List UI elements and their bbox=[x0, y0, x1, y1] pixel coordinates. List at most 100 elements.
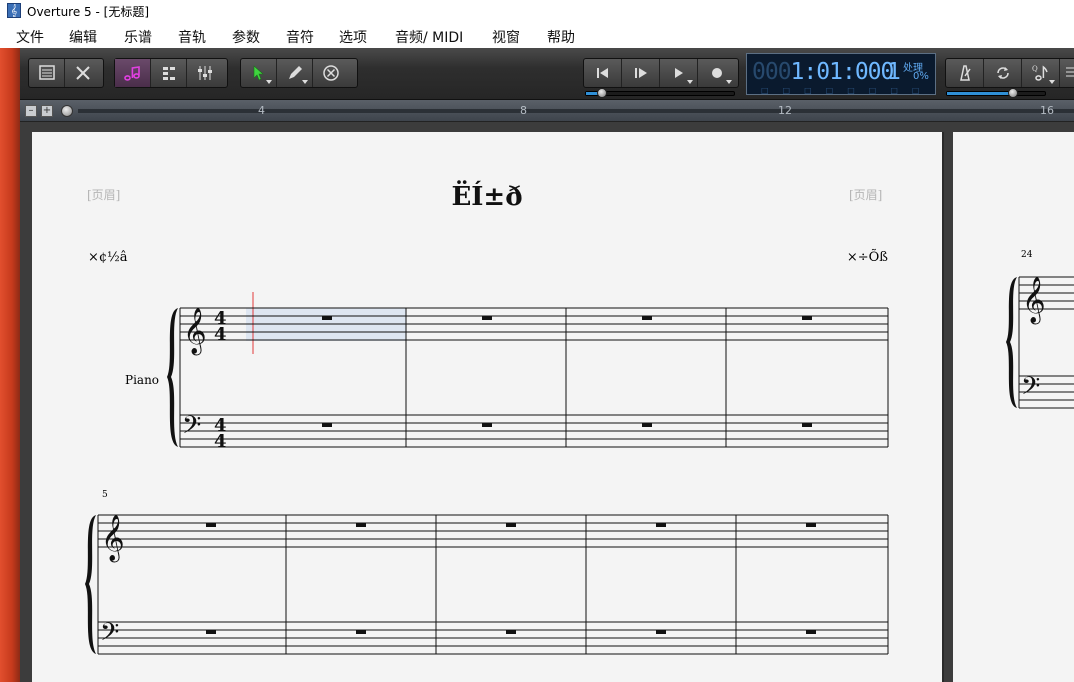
right-tools-group: Q bbox=[945, 58, 1074, 88]
overture-app-icon: 𝄞 bbox=[7, 3, 21, 18]
window-title: Overture 5 - [无标题] bbox=[27, 5, 149, 19]
whole-rests-2 bbox=[206, 523, 816, 634]
grand-staff-brace-2 bbox=[85, 515, 96, 654]
loop-button[interactable] bbox=[984, 59, 1022, 87]
ruler-mark: 16 bbox=[1040, 104, 1054, 117]
select-tool-button[interactable] bbox=[241, 59, 277, 87]
edit-view-group bbox=[114, 58, 228, 88]
score-page-2[interactable]: 24 𝄞 𝄢 bbox=[953, 132, 1074, 682]
overture-window: 𝄞 Overture 5 - [无标题] 文件 编辑 乐谱 音轨 参数 音符 选… bbox=[0, 0, 1074, 682]
score-view-button[interactable] bbox=[29, 59, 65, 87]
pencil-tool-button[interactable] bbox=[277, 59, 313, 87]
record-button[interactable] bbox=[698, 59, 736, 87]
note-entry-button[interactable] bbox=[115, 59, 151, 87]
quantize-note-icon: Q bbox=[1032, 65, 1048, 81]
chevron-down-icon bbox=[687, 80, 693, 84]
ruler-mark: 12 bbox=[778, 104, 792, 117]
menu-file[interactable]: 文件 bbox=[16, 27, 44, 47]
bass-clef-icon: 𝄢 bbox=[1021, 372, 1040, 407]
whole-rest bbox=[356, 630, 366, 634]
menu-edit[interactable]: 编辑 bbox=[69, 27, 97, 47]
score-view-icon bbox=[38, 65, 55, 80]
edit-tools-group bbox=[240, 58, 358, 88]
chevron-down-icon bbox=[1049, 80, 1055, 84]
measure-ruler[interactable]: – + 4 8 12 16 bbox=[20, 100, 1074, 122]
whole-rest bbox=[642, 423, 652, 427]
ruler-mark: 8 bbox=[520, 104, 527, 117]
whole-rest bbox=[506, 523, 516, 527]
play-from-start-button[interactable] bbox=[622, 59, 660, 87]
menu-bar: 文件 编辑 乐谱 音轨 参数 音符 选项 音频/ MIDI 视窗 帮助 bbox=[0, 24, 1074, 48]
mixer-icon bbox=[198, 66, 212, 80]
grand-staff-brace-1 bbox=[167, 308, 178, 447]
bass-clef-icon: 𝄢 bbox=[100, 618, 119, 653]
position-bar: 1 bbox=[790, 59, 805, 85]
chevron-down-icon bbox=[726, 80, 732, 84]
metronome-button[interactable] bbox=[946, 59, 984, 87]
bass-staff-2 bbox=[98, 621, 888, 655]
score-page-1[interactable]: [页眉] [页眉] ËÍ±ð ×¢½â ×÷Õß Piano 5 𝄞 𝄢 4 4… bbox=[32, 132, 942, 682]
whole-rest bbox=[802, 316, 812, 320]
processing-value: 0% bbox=[913, 71, 929, 82]
whole-rest bbox=[356, 523, 366, 527]
zoom-out-button[interactable]: – bbox=[25, 105, 37, 117]
more-tools-button[interactable] bbox=[1060, 59, 1074, 87]
menu-parameters[interactable]: 参数 bbox=[232, 27, 260, 47]
play-from-start-icon bbox=[634, 68, 647, 78]
view-mode-group bbox=[28, 58, 104, 88]
score-area: [页眉] [页眉] ËÍ±ð ×¢½â ×÷Õß Piano 5 𝄞 𝄢 4 4… bbox=[20, 122, 1074, 682]
menu-window[interactable]: 视窗 bbox=[492, 27, 520, 47]
menu-notes[interactable]: 音符 bbox=[286, 27, 314, 47]
whole-rest bbox=[206, 630, 216, 634]
quantize-button[interactable]: Q bbox=[1022, 59, 1060, 87]
whole-rest bbox=[322, 316, 332, 320]
title-bar: 𝄞 Overture 5 - [无标题] bbox=[0, 0, 1074, 22]
main-toolbar: 0001:01:000 1 处理 0% □□□□□□□□ Q bbox=[20, 48, 1074, 100]
transport-group bbox=[583, 58, 739, 88]
playback-slider-knob[interactable] bbox=[597, 88, 607, 98]
tempo-slider-knob[interactable] bbox=[1008, 88, 1018, 98]
left-accent-strip bbox=[0, 48, 20, 682]
menu-help[interactable]: 帮助 bbox=[547, 27, 575, 47]
whole-rest bbox=[656, 523, 666, 527]
whole-rest bbox=[482, 316, 492, 320]
ruler-scroll-knob[interactable] bbox=[61, 105, 73, 117]
position-sub-labels: □□□□□□□□ bbox=[761, 86, 934, 95]
time-signature-bottom: 4 bbox=[214, 431, 227, 452]
piano-roll-button[interactable] bbox=[151, 59, 187, 87]
eraser-tool-button[interactable] bbox=[313, 59, 349, 87]
tempo-slider[interactable] bbox=[946, 88, 1046, 98]
playback-position-slider[interactable] bbox=[585, 88, 735, 98]
menu-audio-midi[interactable]: 音频/ MIDI bbox=[395, 27, 463, 47]
svg-text:Q: Q bbox=[1032, 65, 1038, 73]
tempo-slider-fill bbox=[947, 92, 1011, 95]
ruler-mark: 4 bbox=[258, 104, 265, 117]
chevron-down-icon bbox=[266, 80, 272, 84]
position-display[interactable]: 0001:01:000 1 处理 0% □□□□□□□□ bbox=[746, 53, 936, 95]
time-signature-bottom: 4 bbox=[214, 324, 227, 345]
whole-rest bbox=[206, 523, 216, 527]
whole-rest bbox=[802, 423, 812, 427]
play-button[interactable] bbox=[660, 59, 698, 87]
whole-rest bbox=[322, 423, 332, 427]
menu-track[interactable]: 音轨 bbox=[178, 27, 206, 47]
treble-clef-icon: 𝄞 bbox=[1022, 277, 1046, 325]
score-notation[interactable]: 𝄞 𝄢 4 4 4 4 𝄞 𝄢 bbox=[32, 132, 942, 682]
ruler-track bbox=[78, 109, 1074, 113]
whole-rest bbox=[806, 630, 816, 634]
eraser-icon bbox=[323, 65, 339, 81]
beat-unit-value: 1 bbox=[887, 59, 901, 85]
bass-clef-icon: 𝄢 bbox=[182, 411, 201, 446]
rewind-button[interactable] bbox=[584, 59, 622, 87]
record-icon bbox=[712, 68, 722, 78]
mixer-button[interactable] bbox=[187, 59, 223, 87]
treble-staff-2 bbox=[98, 514, 888, 548]
position-leading-zeros: 000 bbox=[752, 59, 792, 85]
bass-staff-1 bbox=[180, 414, 888, 448]
tools-button[interactable] bbox=[65, 59, 101, 87]
menu-score[interactable]: 乐谱 bbox=[124, 27, 152, 47]
zoom-in-button[interactable]: + bbox=[41, 105, 53, 117]
whole-rest bbox=[506, 630, 516, 634]
menu-options[interactable]: 选项 bbox=[339, 27, 367, 47]
score-notation-page-2[interactable]: 𝄞 𝄢 bbox=[953, 132, 1074, 682]
